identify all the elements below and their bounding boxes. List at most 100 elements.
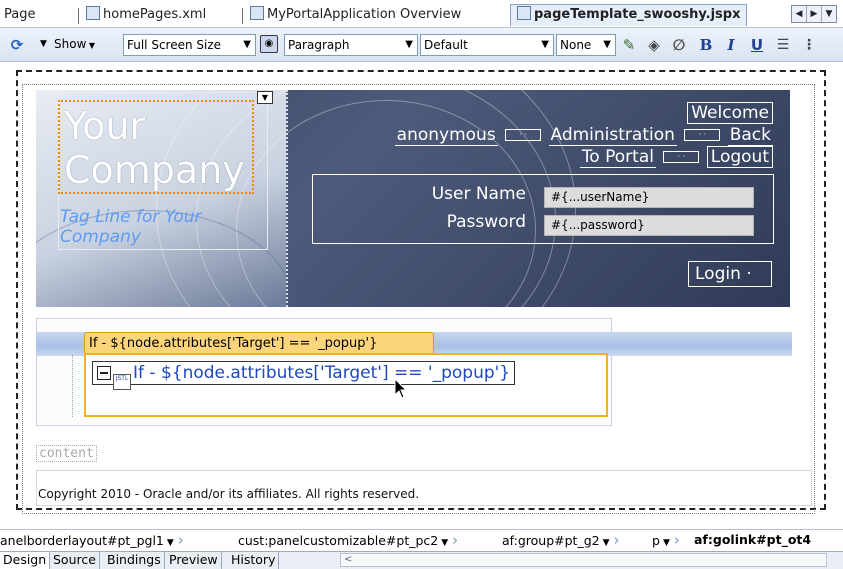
italic-button[interactable]: I [722, 36, 740, 54]
breadcrumb-item[interactable]: cust:panelcustomizable#pt_pc2 ▼ › [238, 530, 458, 551]
jspx-file-icon [517, 6, 531, 20]
list-icon[interactable]: ☰ [774, 36, 792, 54]
tab-homepages[interactable]: homePages.xml [78, 5, 207, 25]
chevron-down-icon: ▼ [243, 39, 251, 50]
content-facet-label: content [36, 445, 97, 462]
font-size-select[interactable]: None ▼ [556, 34, 616, 56]
nav-guide-line [72, 355, 73, 417]
user-links-row: anonymous · · Administration · · Back [394, 125, 773, 146]
collapse-icon[interactable] [97, 366, 111, 380]
spellcheck-icon[interactable]: ✎ [620, 36, 638, 54]
tab-source[interactable]: Source [50, 552, 100, 569]
tab-page-template[interactable]: pageTemplate_swooshy.jspx [510, 4, 748, 26]
tab-prev-icon[interactable]: ◀ [792, 6, 807, 22]
show-menu-label: Show [54, 37, 87, 51]
company-logo-text[interactable]: Your Company [64, 104, 245, 192]
style-select[interactable]: Default ▼ [420, 34, 554, 56]
login-button[interactable]: Login · [688, 261, 772, 287]
tab-history[interactable]: History [228, 552, 280, 569]
screen-size-value: Full Screen Size [127, 38, 222, 52]
tab-preview[interactable]: Preview [166, 552, 222, 569]
screen-size-select[interactable]: Full Screen Size ▼ [123, 34, 256, 56]
horizontal-scrollbar[interactable]: < [340, 553, 827, 567]
refresh-icon[interactable]: ⟳ [8, 36, 26, 54]
popup-golink-label: If - ${node.attributes['Target'] == '_po… [133, 363, 511, 383]
back-link-part1[interactable]: Back [727, 125, 773, 146]
chevron-right-icon: › [613, 531, 620, 549]
portal-links-row: To Portal · · Logout [579, 146, 773, 168]
component-tooltip: If - ${node.attributes['Target'] == '_po… [84, 332, 434, 354]
tab-page-template-label: pageTemplate_swooshy.jspx [534, 7, 741, 22]
chevron-right-icon: › [673, 531, 680, 549]
separator-placeholder: · · [684, 129, 721, 141]
breadcrumb-item-label: cust:panelcustomizable#pt_pc2 [238, 533, 439, 548]
logout-link[interactable]: Logout [706, 146, 773, 168]
company-tagline[interactable]: Tag Line for Your Company [60, 207, 260, 247]
preview-icon[interactable]: ◉ [260, 35, 278, 53]
separator-placeholder: · · [505, 129, 542, 141]
chevron-down-icon: ▼ [541, 39, 549, 50]
link-icon[interactable]: ∅ [670, 36, 688, 54]
editor-tab-bar: Page homePages.xml MyPortalApplication O… [0, 0, 843, 28]
logo-line-2: Company [64, 148, 245, 192]
breadcrumb-item[interactable]: anelborderlayout#pt_pgl1 ▼ › [0, 530, 184, 551]
separator-placeholder: · · [663, 151, 700, 163]
hierarchy-icon [86, 6, 100, 20]
tab-page-label: Page [4, 7, 36, 22]
breadcrumb-item-label: af:group#pt_g2 [502, 533, 600, 548]
tab-next-icon[interactable]: ▶ [807, 6, 822, 22]
username-label: User Name [431, 184, 526, 204]
welcome-label: Welcome [687, 102, 773, 124]
tab-bindings[interactable]: Bindings [104, 552, 165, 569]
style-value: Default [424, 38, 468, 52]
password-field[interactable]: #{...password} [544, 215, 754, 236]
username-field[interactable]: #{...userName} [544, 187, 754, 208]
bold-button[interactable]: B [697, 36, 715, 54]
tab-separator [78, 8, 79, 24]
tab-navigation[interactable]: ◀ ▶ ▼ [791, 5, 837, 23]
underline-button[interactable]: U [748, 36, 766, 54]
tab-page[interactable]: Page [4, 5, 35, 25]
tab-list-icon[interactable]: ▼ [822, 6, 836, 22]
tab-separator [242, 8, 243, 24]
refresh-dropdown-icon[interactable]: ▼ [40, 34, 47, 56]
chevron-right-icon: › [452, 531, 459, 549]
more-icon[interactable]: ⋮ [800, 36, 818, 54]
logo-line-1: Your [64, 104, 146, 148]
chevron-down-icon: ▼ [441, 538, 449, 548]
overview-icon [250, 6, 264, 20]
anonymous-link[interactable]: anonymous [394, 125, 498, 146]
tab-design[interactable]: Design [0, 552, 51, 569]
tab-portal-overview-label: MyPortalApplication Overview [267, 7, 462, 22]
banner-divider [286, 90, 288, 307]
breadcrumb-item[interactable]: af:group#pt_g2 ▼ › [502, 530, 620, 551]
back-link-part2[interactable]: To Portal [579, 147, 656, 168]
breadcrumb: anelborderlayout#pt_pgl1 ▼ › cust:panelcus… [0, 529, 843, 551]
breadcrumb-item-label: af:golink#pt_ot4 [694, 532, 812, 547]
welcome-text: Welcome [687, 102, 773, 124]
block-format-select[interactable]: Paragraph ▼ [284, 34, 418, 56]
login-button-label: Login [695, 264, 741, 284]
show-menu[interactable]: Show ▼ [54, 34, 95, 56]
chevron-down-icon[interactable]: ▼ [257, 91, 273, 104]
login-dot: · [746, 264, 752, 284]
popup-golink[interactable]: JSTL If - ${node.attributes['Target'] == … [92, 361, 516, 390]
chevron-down-icon: ▼ [662, 538, 670, 548]
selected-component-box[interactable]: JSTL If - ${node.attributes['Target'] == … [84, 353, 608, 417]
breadcrumb-item[interactable]: p ▼ › [652, 530, 680, 551]
block-format-value: Paragraph [288, 38, 350, 52]
scroll-left-icon[interactable]: < [344, 554, 352, 565]
copyright-text[interactable]: Copyright 2010 - Oracle and/or its affil… [38, 487, 419, 501]
fill-color-icon[interactable]: ◈ [645, 36, 663, 54]
font-size-value: None [560, 38, 592, 52]
chevron-down-icon: ▼ [166, 538, 174, 548]
tab-homepages-label: homePages.xml [103, 7, 207, 22]
tab-portal-overview[interactable]: MyPortalApplication Overview [242, 5, 462, 25]
administration-link[interactable]: Administration [548, 125, 677, 146]
breadcrumb-item-current[interactable]: af:golink#pt_ot4 [694, 530, 811, 550]
password-label: Password [446, 212, 526, 232]
chevron-down-icon: ▼ [603, 39, 611, 50]
chevron-down-icon: ▼ [405, 39, 413, 50]
chevron-down-icon: ▼ [602, 538, 610, 548]
breadcrumb-item-label: anelborderlayout#pt_pgl1 [0, 533, 164, 548]
